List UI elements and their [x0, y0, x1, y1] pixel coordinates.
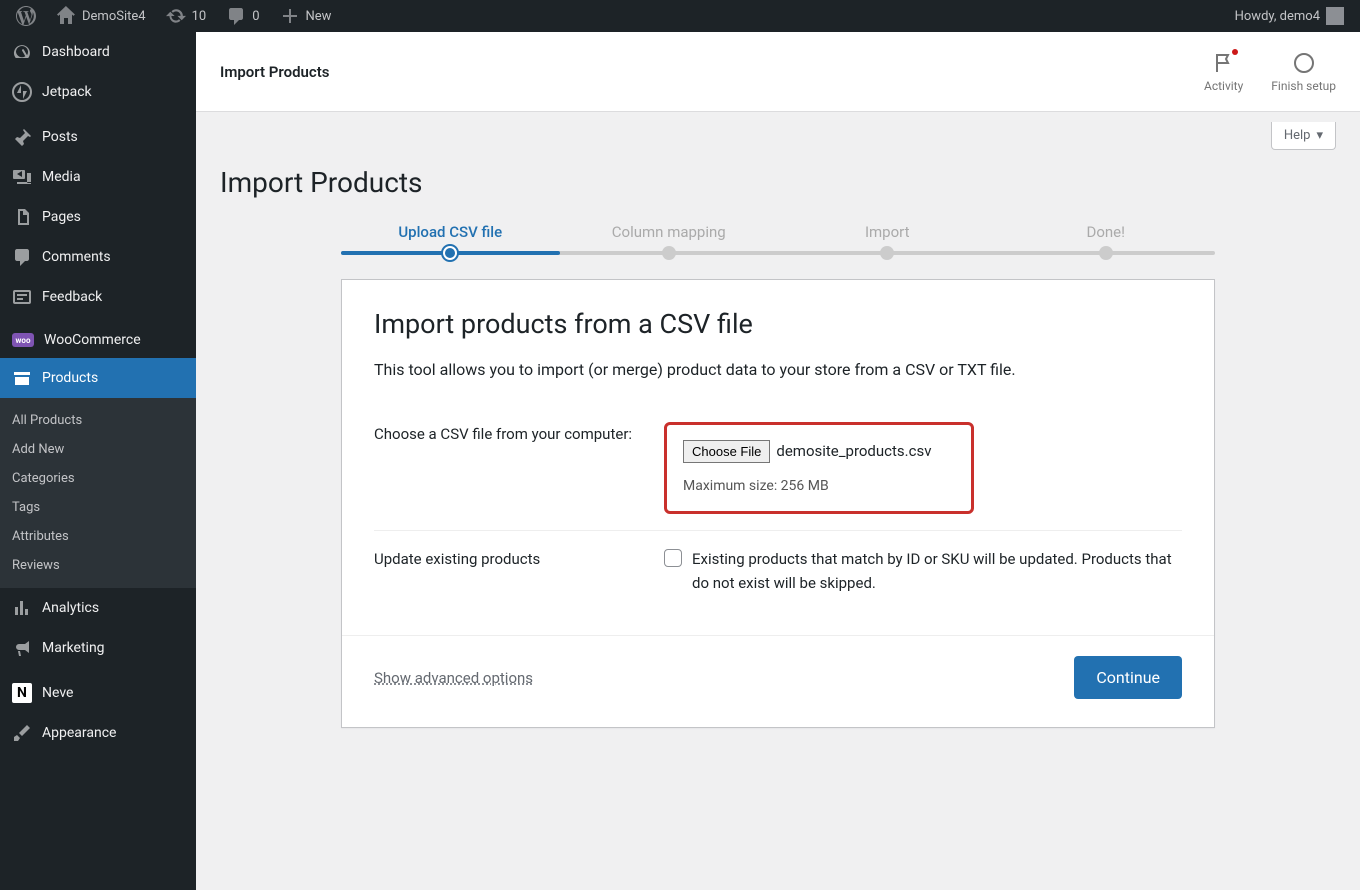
sidebar-item-marketing[interactable]: Marketing — [0, 628, 196, 668]
import-card: Import products from a CSV file This too… — [341, 279, 1215, 728]
step-dot-4 — [1099, 246, 1113, 260]
dashboard-icon — [12, 42, 32, 62]
neve-icon: N — [12, 683, 32, 703]
comments-link[interactable]: 0 — [218, 0, 267, 32]
submenu-categories[interactable]: Categories — [0, 464, 196, 493]
howdy-text: Howdy, demo4 — [1235, 9, 1320, 24]
circle-icon — [1292, 51, 1316, 75]
home-icon — [56, 6, 76, 26]
products-icon — [12, 368, 32, 388]
max-size-hint: Maximum size: 256 MB — [683, 475, 955, 497]
analytics-icon — [12, 598, 32, 618]
admin-toolbar: DemoSite4 10 0 New Howdy, demo4 — [0, 0, 1360, 32]
submenu-reviews[interactable]: Reviews — [0, 551, 196, 580]
media-icon — [12, 167, 32, 187]
update-existing-checkbox[interactable] — [664, 549, 682, 567]
flag-icon — [1212, 51, 1236, 75]
step-dot-2 — [662, 246, 676, 260]
sidebar-item-appearance[interactable]: Appearance — [0, 713, 196, 753]
finish-setup-button[interactable]: Finish setup — [1271, 51, 1336, 93]
updates-count: 10 — [192, 9, 207, 24]
avatar-icon — [1326, 7, 1344, 25]
header-title: Import Products — [220, 63, 330, 81]
help-tab[interactable]: Help ▾ — [1271, 122, 1336, 150]
sidebar-item-analytics[interactable]: Analytics — [0, 588, 196, 628]
show-advanced-link[interactable]: Show advanced options — [374, 669, 533, 687]
update-existing-label: Update existing products — [374, 547, 664, 595]
sidebar-item-jetpack[interactable]: Jetpack — [0, 72, 196, 112]
submenu-attributes[interactable]: Attributes — [0, 522, 196, 551]
card-description: This tool allows you to import (or merge… — [374, 358, 1182, 382]
chevron-down-icon: ▾ — [1316, 128, 1323, 143]
file-upload-highlight: Choose File demosite_products.csv Maximum… — [664, 422, 974, 514]
update-existing-description: Existing products that match by ID or SK… — [692, 547, 1176, 595]
admin-sidebar: Dashboard Jetpack Posts Media Pages Comm… — [0, 32, 196, 890]
feedback-icon — [12, 287, 32, 307]
choose-file-label: Choose a CSV file from your computer: — [374, 422, 664, 514]
page-title: Import Products — [220, 150, 1336, 223]
main-content: Import Products Activity Finish setup He… — [196, 32, 1360, 890]
jetpack-icon — [12, 82, 32, 102]
products-submenu: All Products Add New Categories Tags Att… — [0, 398, 196, 588]
new-label: New — [306, 9, 332, 24]
site-name-link[interactable]: DemoSite4 — [48, 0, 154, 32]
woo-header: Import Products Activity Finish setup — [196, 32, 1360, 112]
comments-count: 0 — [252, 9, 259, 24]
step-dot-1 — [443, 246, 457, 260]
sidebar-item-neve[interactable]: NNeve — [0, 673, 196, 713]
step-import: Import — [778, 223, 997, 241]
step-dot-3 — [880, 246, 894, 260]
plus-icon — [280, 6, 300, 26]
sidebar-item-posts[interactable]: Posts — [0, 117, 196, 157]
step-upload: Upload CSV file — [341, 223, 560, 241]
sidebar-item-feedback[interactable]: Feedback — [0, 277, 196, 317]
choose-file-button[interactable]: Choose File — [683, 440, 770, 463]
new-content-link[interactable]: New — [272, 0, 340, 32]
activity-button[interactable]: Activity — [1204, 51, 1243, 93]
wordpress-icon — [16, 6, 36, 26]
woo-icon: woo — [12, 333, 34, 347]
chosen-file-name: demosite_products.csv — [776, 442, 931, 460]
step-done: Done! — [997, 223, 1216, 241]
sidebar-item-comments[interactable]: Comments — [0, 237, 196, 277]
pin-icon — [12, 127, 32, 147]
comment-icon — [226, 6, 246, 26]
comments-icon — [12, 247, 32, 267]
sidebar-item-media[interactable]: Media — [0, 157, 196, 197]
submenu-add-new[interactable]: Add New — [0, 435, 196, 464]
sidebar-item-products[interactable]: Products — [0, 358, 196, 398]
update-icon — [166, 6, 186, 26]
page-icon — [12, 207, 32, 227]
step-mapping: Column mapping — [560, 223, 779, 241]
submenu-all-products[interactable]: All Products — [0, 406, 196, 435]
submenu-tags[interactable]: Tags — [0, 493, 196, 522]
updates-link[interactable]: 10 — [158, 0, 215, 32]
account-link[interactable]: Howdy, demo4 — [1227, 7, 1352, 25]
wp-logo[interactable] — [8, 0, 44, 32]
site-name: DemoSite4 — [82, 9, 146, 24]
continue-button[interactable]: Continue — [1074, 656, 1182, 699]
sidebar-item-dashboard[interactable]: Dashboard — [0, 32, 196, 72]
sidebar-item-pages[interactable]: Pages — [0, 197, 196, 237]
sidebar-item-woocommerce[interactable]: wooWooCommerce — [0, 322, 196, 358]
megaphone-icon — [12, 638, 32, 658]
progress-stepper: Upload CSV file Column mapping Import Do… — [341, 223, 1215, 255]
brush-icon — [12, 723, 32, 743]
card-heading: Import products from a CSV file — [374, 308, 1182, 340]
